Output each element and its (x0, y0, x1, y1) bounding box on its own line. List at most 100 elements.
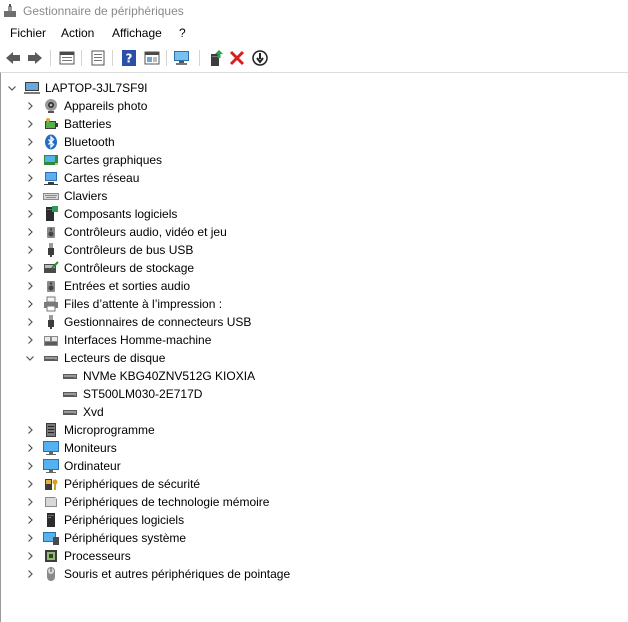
tree-category[interactable]: Cartes graphiques (1, 151, 627, 169)
chevron-right-icon[interactable] (24, 316, 36, 328)
tree-category[interactable]: Ordinateur (1, 457, 627, 475)
title-bar: Gestionnaire de périphériques (0, 0, 628, 24)
uninstall-device-button[interactable] (228, 49, 246, 67)
tree-category[interactable]: Batteries (1, 115, 627, 133)
scan-hardware-button[interactable] (173, 49, 191, 67)
chevron-right-icon[interactable] (24, 208, 36, 220)
disk-drive-icon (62, 386, 78, 402)
chevron-right-icon[interactable] (24, 478, 36, 490)
chevron-right-icon[interactable] (24, 154, 36, 166)
tree-category[interactable]: Cartes réseau (1, 169, 627, 187)
tree-category[interactable]: Contrôleurs audio, vidéo et jeu (1, 223, 627, 241)
tree-category[interactable]: Périphériques de technologie mémoire (1, 493, 627, 511)
tree-category[interactable]: Gestionnaires de connecteurs USB (1, 313, 627, 331)
tree-item-label: Microprogramme (64, 423, 155, 437)
menu-action[interactable]: Action (61, 26, 94, 40)
forward-arrow-button[interactable] (26, 49, 44, 67)
disable-device-icon (251, 49, 269, 67)
menu-bar: Fichier Action Affichage ? (0, 24, 628, 44)
chevron-right-icon[interactable] (24, 100, 36, 112)
properties-sheet-button[interactable] (58, 49, 76, 67)
toolbar-separator (112, 50, 113, 66)
chevron-right-icon[interactable] (24, 280, 36, 292)
tree-category[interactable]: Contrôleurs de bus USB (1, 241, 627, 259)
printer-icon (43, 296, 59, 312)
tree-category[interactable]: Appareils photo (1, 97, 627, 115)
menu-help[interactable]: ? (179, 26, 186, 40)
disable-device-button[interactable] (251, 49, 269, 67)
tree-category[interactable]: Souris et autres périphériques de pointa… (1, 565, 627, 583)
tree-item-label: Cartes graphiques (64, 153, 163, 167)
hid-icon (43, 332, 59, 348)
display-adapter-icon (43, 152, 59, 168)
tree-category[interactable]: Microprogramme (1, 421, 627, 439)
chevron-right-icon[interactable] (24, 568, 36, 580)
tree-item-label: Périphériques système (64, 531, 187, 545)
tree-category[interactable]: Composants logiciels (1, 205, 627, 223)
chevron-right-icon[interactable] (24, 424, 36, 436)
tree-item-label: ST500LM030-2E717D (83, 387, 203, 401)
chevron-right-icon[interactable] (24, 262, 36, 274)
mouse-icon (43, 566, 59, 582)
tree-item-label: Bluetooth (64, 135, 115, 149)
chevron-right-icon[interactable] (24, 190, 36, 202)
tree-category[interactable]: Bluetooth (1, 133, 627, 151)
chevron-right-icon[interactable] (24, 226, 36, 238)
view-list-button[interactable] (89, 49, 107, 67)
computer-icon (24, 80, 40, 96)
tree-category[interactable]: Contrôleurs de stockage (1, 259, 627, 277)
update-driver-button[interactable] (207, 49, 225, 67)
chevron-right-icon[interactable] (24, 172, 36, 184)
tree-root-computer[interactable]: LAPTOP-3JL7SF9I (1, 79, 627, 97)
tree-category[interactable]: Interfaces Homme-machine (1, 331, 627, 349)
chevron-right-icon[interactable] (24, 136, 36, 148)
chevron-right-icon[interactable] (24, 514, 36, 526)
tree-category[interactable]: Claviers (1, 187, 627, 205)
device-manager-app-icon (3, 4, 17, 18)
tree-category[interactable]: Files d’attente à l’impression : (1, 295, 627, 313)
chevron-right-icon[interactable] (24, 442, 36, 454)
storage-controller-icon (43, 260, 59, 276)
network-adapter-icon (43, 170, 59, 186)
tree-device[interactable]: Xvd (1, 403, 627, 421)
chevron-down-icon[interactable] (6, 82, 18, 94)
tree-category[interactable]: Moniteurs (1, 439, 627, 457)
tree-item-label: Souris et autres périphériques de pointa… (64, 567, 291, 581)
chevron-right-icon[interactable] (24, 298, 36, 310)
chevron-right-icon[interactable] (24, 460, 36, 472)
tree-category[interactable]: Lecteurs de disque (1, 349, 627, 367)
chevron-down-icon[interactable] (24, 352, 36, 364)
tree-category[interactable]: Périphériques système (1, 529, 627, 547)
menu-fichier[interactable]: Fichier (10, 26, 46, 40)
software-component-icon (43, 206, 59, 222)
chevron-right-icon[interactable] (24, 118, 36, 130)
device-tree[interactable]: LAPTOP-3JL7SF9I Appareils photo Batteries B… (0, 72, 628, 622)
help-icon: ? (120, 49, 138, 67)
chevron-right-icon[interactable] (24, 244, 36, 256)
chevron-right-icon[interactable] (24, 334, 36, 346)
tree-category[interactable]: Processeurs (1, 547, 627, 565)
tree-device[interactable]: ST500LM030-2E717D (1, 385, 627, 403)
tree-item-label: Entrées et sorties audio (64, 279, 191, 293)
panel-view-icon (143, 49, 161, 67)
tree-item-label: Périphériques de sécurité (64, 477, 201, 491)
chevron-right-icon[interactable] (24, 550, 36, 562)
tree-item-label: Appareils photo (64, 99, 148, 113)
help-button[interactable]: ? (120, 49, 138, 67)
back-arrow-button[interactable] (4, 49, 22, 67)
chevron-right-icon[interactable] (24, 496, 36, 508)
toolbar-separator (50, 50, 51, 66)
tree-device[interactable]: NVMe KBG40ZNV512G KIOXIA (1, 367, 627, 385)
panel-view-button[interactable] (143, 49, 161, 67)
update-driver-icon (207, 49, 225, 67)
tree-item-label: Gestionnaires de connecteurs USB (64, 315, 252, 329)
tree-category[interactable]: Entrées et sorties audio (1, 277, 627, 295)
menu-affichage[interactable]: Affichage (112, 26, 162, 40)
tree-category[interactable]: Périphériques de sécurité (1, 475, 627, 493)
chevron-right-icon[interactable] (24, 532, 36, 544)
tree-category[interactable]: Périphériques logiciels (1, 511, 627, 529)
tree-item-label: Périphériques logiciels (64, 513, 185, 527)
toolbar-separator (81, 50, 82, 66)
tree-item-label: Cartes réseau (64, 171, 140, 185)
disk-drive-icon (62, 404, 78, 420)
